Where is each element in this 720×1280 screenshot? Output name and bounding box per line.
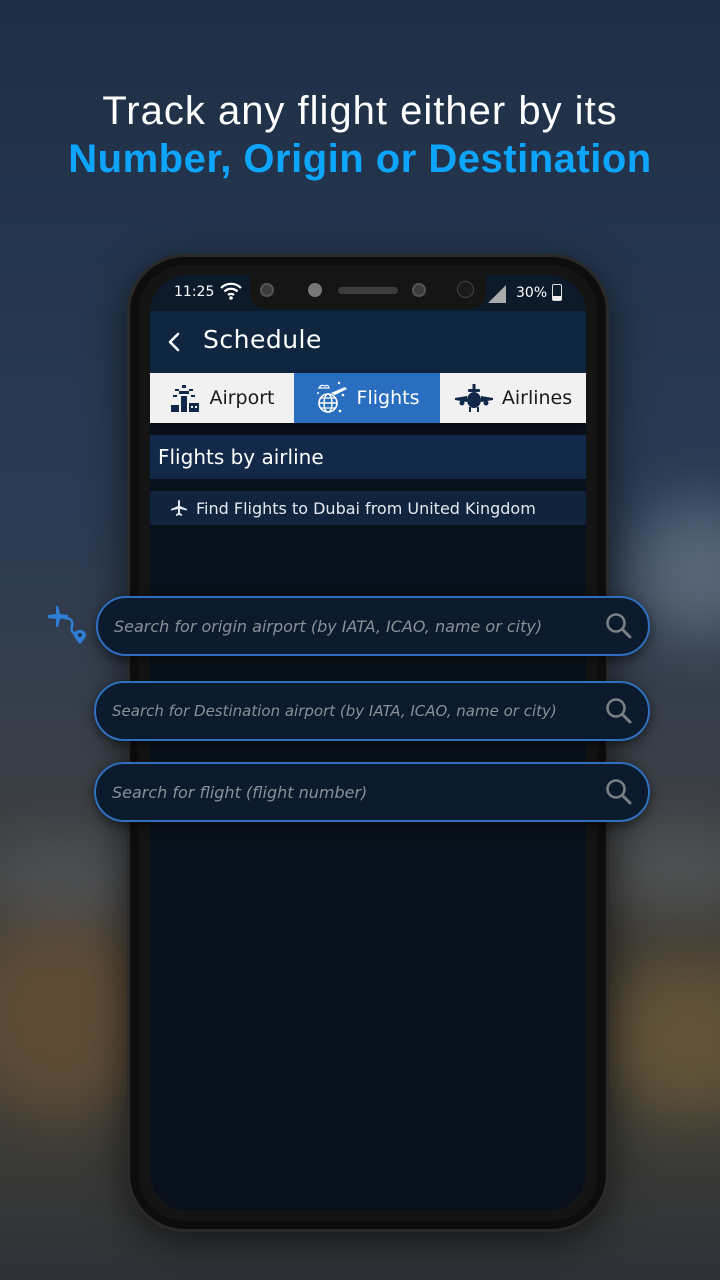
promo-headline: Track any flight either by its Number, O… xyxy=(0,88,720,184)
search-icon[interactable] xyxy=(604,611,634,641)
signal-icon xyxy=(488,285,506,303)
background-blur xyxy=(600,830,720,910)
status-time: 11:25 xyxy=(174,284,215,300)
flight-number-input[interactable] xyxy=(112,782,604,802)
flight-number-search xyxy=(94,762,650,822)
headline-line-2: Number, Origin or Destination xyxy=(68,137,652,181)
origin-airport-input[interactable] xyxy=(114,616,604,636)
phone-screen: 11:25 30% Schedule Airport Flights Airli… xyxy=(150,275,586,1211)
find-flights-text: Find Flights to Dubai from United Kingdo… xyxy=(196,498,536,518)
tab-airlines-label: Airlines xyxy=(501,387,573,409)
origin-airport-search xyxy=(96,596,650,656)
globe-plane-icon xyxy=(316,381,347,413)
page-title: Schedule xyxy=(203,325,322,354)
battery-percent: 30% xyxy=(516,285,548,301)
route-plane-icon xyxy=(48,606,86,644)
find-flights-link[interactable]: Find Flights to Dubai from United Kingdo… xyxy=(150,491,586,525)
airport-tower-icon xyxy=(171,385,200,412)
tab-flights-label: Flights xyxy=(356,387,420,409)
app-header: Schedule xyxy=(150,311,586,373)
tab-airport-label: Airport xyxy=(209,387,275,409)
chevron-left-icon[interactable] xyxy=(162,329,188,355)
camera-notch xyxy=(250,275,486,309)
status-bar: 11:25 30% xyxy=(150,275,586,311)
destination-airport-search xyxy=(94,681,650,741)
airplane-front-icon xyxy=(454,384,493,412)
background-blur xyxy=(600,960,720,1120)
destination-airport-input[interactable] xyxy=(112,702,604,720)
section-title: Flights by airline xyxy=(150,435,586,479)
tab-airlines[interactable]: Airlines xyxy=(440,373,586,423)
search-icon[interactable] xyxy=(604,696,634,726)
wifi-icon xyxy=(220,282,242,300)
search-icon[interactable] xyxy=(604,777,634,807)
airplane-icon xyxy=(171,500,187,516)
tab-airport[interactable]: Airport xyxy=(150,373,294,423)
tab-bar: Airport Flights Airlines xyxy=(150,373,586,423)
tab-flights[interactable]: Flights xyxy=(294,373,440,423)
headline-line-1: Track any flight either by its xyxy=(102,89,618,133)
battery-icon xyxy=(552,284,562,301)
